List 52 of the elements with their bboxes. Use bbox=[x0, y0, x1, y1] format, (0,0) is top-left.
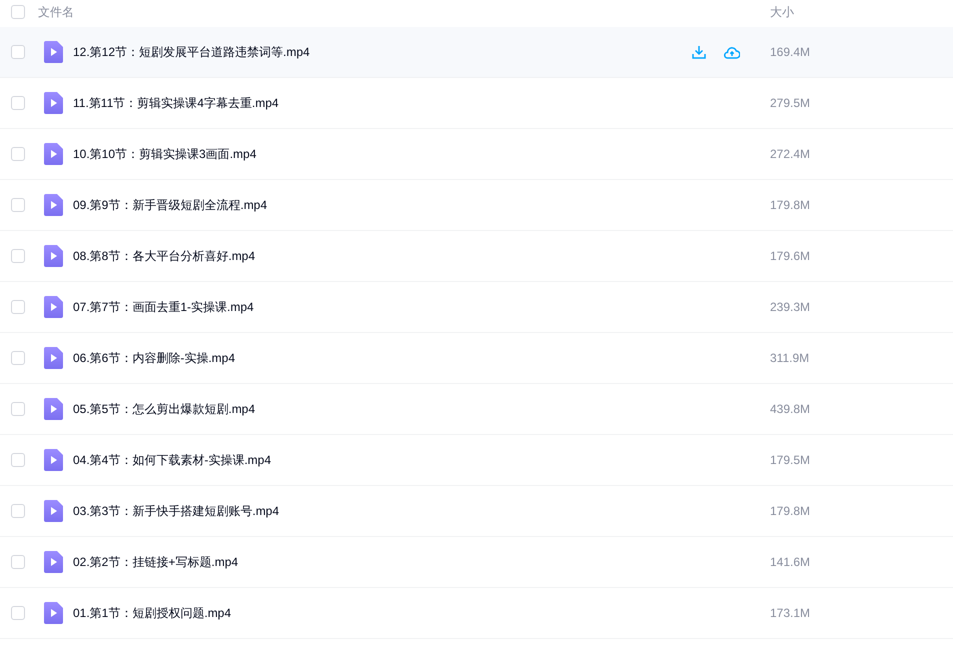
file-size: 179.8M bbox=[770, 503, 812, 520]
file-size: 179.8M bbox=[770, 197, 812, 214]
file-name[interactable]: 08.第8节：各大平台分析喜好.mp4 bbox=[73, 247, 256, 265]
file-name[interactable]: 02.第2节：挂链接+写标题.mp4 bbox=[73, 553, 238, 571]
video-file-icon bbox=[44, 500, 63, 522]
checkbox[interactable] bbox=[11, 351, 25, 365]
file-name[interactable]: 09.第9节：新手晋级短剧全流程.mp4 bbox=[73, 196, 268, 214]
file-row[interactable]: 12.第12节：短剧发展平台道路违禁词等.mp4 169.4M bbox=[0, 27, 953, 78]
checkbox[interactable] bbox=[11, 96, 25, 110]
file-name[interactable]: 07.第7节：画面去重1-实操课.mp4 bbox=[73, 298, 254, 316]
file-name[interactable]: 01.第1节：短剧授权问题.mp4 bbox=[73, 604, 232, 622]
cloud-upload-icon[interactable] bbox=[724, 46, 740, 58]
checkbox[interactable] bbox=[11, 300, 25, 314]
file-size: 239.3M bbox=[770, 299, 812, 316]
checkbox[interactable] bbox=[11, 5, 25, 19]
checkbox[interactable] bbox=[11, 402, 25, 416]
file-name[interactable]: 11.第11节：剪辑实操课4字幕去重.mp4 bbox=[73, 94, 279, 112]
checkbox[interactable] bbox=[11, 606, 25, 620]
checkbox[interactable] bbox=[11, 555, 25, 569]
checkbox[interactable] bbox=[11, 45, 25, 59]
file-name[interactable]: 04.第4节：如何下载素材-实操课.mp4 bbox=[73, 451, 272, 469]
checkbox[interactable] bbox=[11, 147, 25, 161]
file-size: 179.6M bbox=[770, 248, 812, 265]
file-size: 173.1M bbox=[770, 605, 812, 622]
video-file-icon bbox=[44, 449, 63, 471]
file-name[interactable]: 03.第3节：新手快手搭建短剧账号.mp4 bbox=[73, 502, 280, 520]
video-file-icon bbox=[44, 398, 63, 420]
file-size: 272.4M bbox=[770, 146, 812, 163]
video-file-icon bbox=[44, 41, 63, 63]
file-size: 279.5M bbox=[770, 95, 812, 112]
file-name[interactable]: 06.第6节：内容删除-实操.mp4 bbox=[73, 349, 236, 367]
video-file-icon bbox=[44, 296, 63, 318]
video-file-icon bbox=[44, 245, 63, 267]
checkbox[interactable] bbox=[11, 504, 25, 518]
download-icon[interactable] bbox=[692, 45, 706, 59]
file-name[interactable]: 12.第12节：短剧发展平台道路违禁词等.mp4 bbox=[73, 43, 310, 61]
file-size: 169.4M bbox=[770, 44, 812, 61]
checkbox[interactable] bbox=[11, 453, 25, 467]
file-size: 439.8M bbox=[770, 401, 812, 418]
video-file-icon bbox=[44, 92, 63, 114]
file-name[interactable]: 10.第10节：剪辑实操课3画面.mp4 bbox=[73, 145, 256, 163]
video-file-icon bbox=[44, 143, 63, 165]
file-size: 311.9M bbox=[770, 350, 810, 367]
checkbox[interactable] bbox=[11, 249, 25, 263]
video-file-icon bbox=[44, 194, 63, 216]
video-file-icon bbox=[44, 551, 63, 573]
video-file-icon bbox=[44, 347, 63, 369]
checkbox[interactable] bbox=[11, 198, 25, 212]
file-name[interactable]: 05.第5节：怎么剪出爆款短剧.mp4 bbox=[73, 400, 256, 418]
file-size: 179.5M bbox=[770, 452, 812, 469]
file-size: 141.6M bbox=[770, 554, 812, 571]
video-file-icon bbox=[44, 602, 63, 624]
